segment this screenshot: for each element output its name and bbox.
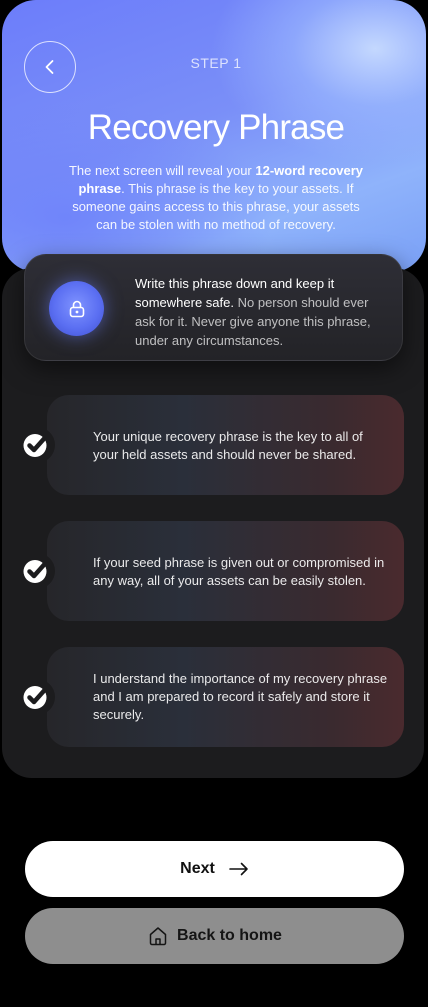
checklist-item-2[interactable]: If your seed phrase is given out or comp… [47,521,404,621]
step-label: STEP 1 [190,55,242,71]
back-to-home-label: Back to home [177,927,282,944]
intro-text-pre: The next screen will reveal your [68,163,256,178]
next-button-label: Next [180,860,215,877]
warning-text: Write this phrase down and keep it somew… [135,274,380,350]
lock-badge [49,281,104,336]
back-to-home-button[interactable]: Back to home [25,908,404,964]
recovery-phrase-screen: STEP 1 Recovery Phrase The next screen w… [0,0,428,1007]
intro-text: The next screen will reveal your 12-word… [60,162,372,234]
checklist-text: I understand the importance of my recove… [93,671,388,722]
checkmark-icon[interactable] [19,427,55,463]
checkmark-icon[interactable] [19,679,55,715]
warning-card: Write this phrase down and keep it somew… [24,254,403,361]
home-icon [149,927,167,946]
next-button[interactable]: Next [25,841,404,897]
checklist-text: If your seed phrase is given out or comp… [93,555,385,588]
header-card: STEP 1 Recovery Phrase The next screen w… [2,0,426,272]
checkmark-icon[interactable] [19,553,55,589]
lock-icon [69,300,84,317]
page-title: Recovery Phrase [87,108,345,147]
checklist-item-3[interactable]: I understand the importance of my recove… [47,647,404,747]
checklist-text: Your unique recovery phrase is the key t… [93,429,363,462]
arrow-right-icon [229,862,248,876]
checklist-item-1[interactable]: Your unique recovery phrase is the key t… [47,395,404,495]
